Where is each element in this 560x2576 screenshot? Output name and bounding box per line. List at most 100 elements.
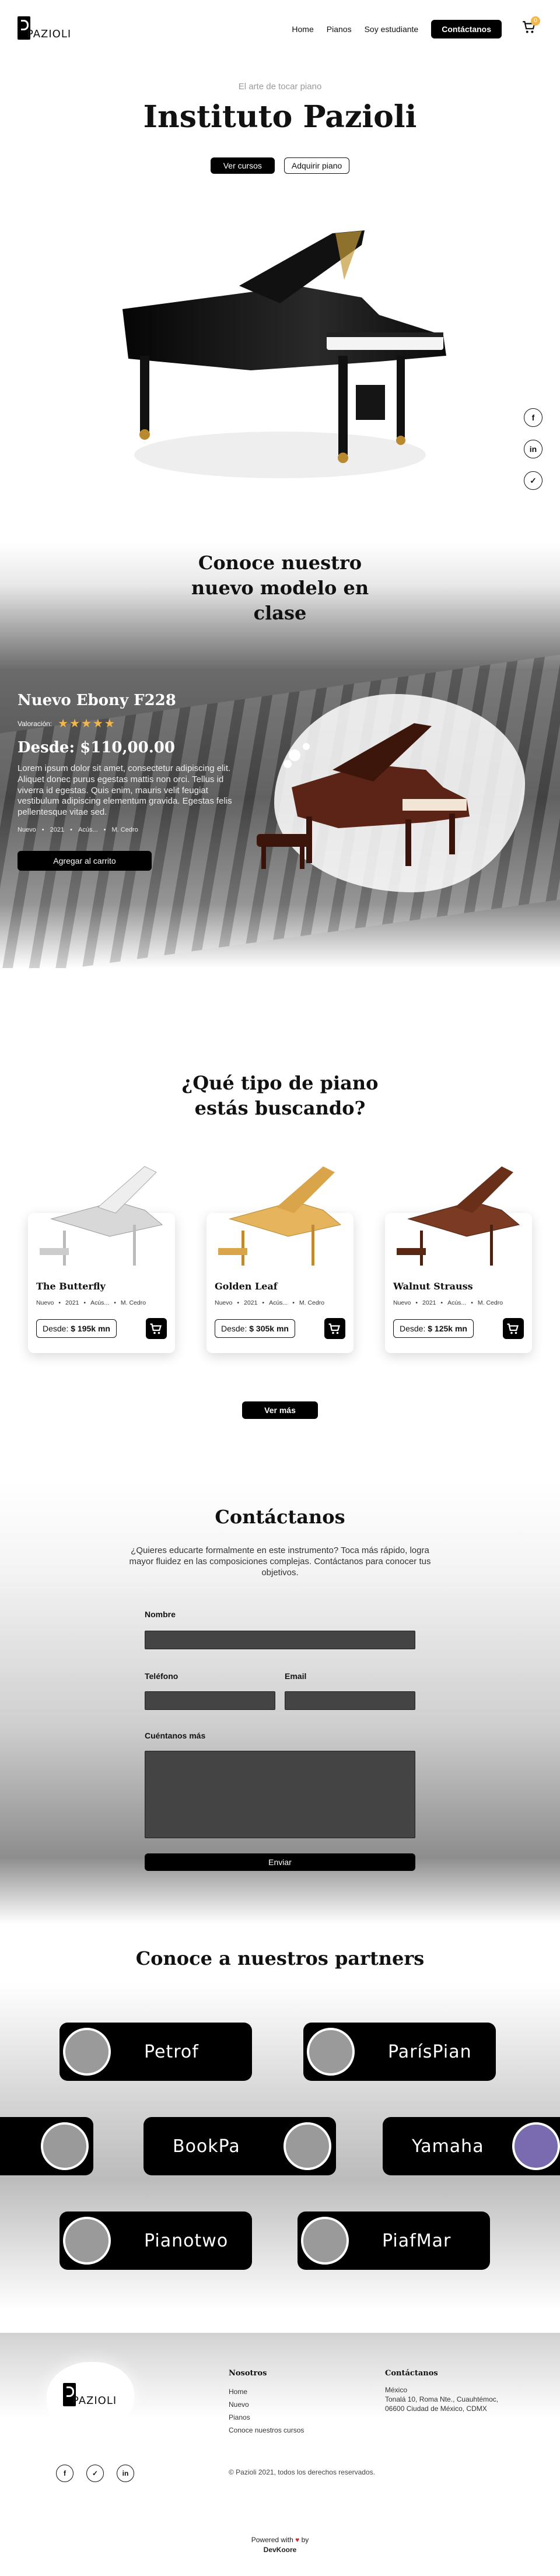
contact-title: Contáctanos [215, 1506, 345, 1528]
rating-label: Valoración: [18, 719, 52, 728]
partner-label: Petrof [144, 2041, 199, 2062]
bookpa-logo-icon [284, 2122, 331, 2170]
copyright: © Pazioli 2021, todos los derechos reser… [229, 2468, 375, 2476]
price-value: $ 305k mn [249, 1324, 289, 1333]
view-more-button[interactable]: Ver más [242, 1401, 318, 1419]
catalog-title: ¿Qué tipo de piano estás buscando? [181, 1072, 379, 1120]
email-field[interactable] [285, 1691, 415, 1710]
partner-label: BookPa [173, 2136, 240, 2157]
meta-wood: M. Cedro [120, 1299, 146, 1306]
cart-button[interactable]: 0 [522, 16, 540, 35]
view-courses-button[interactable]: Ver cursos [210, 157, 275, 174]
meta-year: 2021 [50, 826, 65, 833]
card-cart-button[interactable] [324, 1318, 345, 1339]
email-label: Email [285, 1671, 307, 1681]
meta-year: 2021 [65, 1299, 79, 1306]
footer-link-new[interactable]: Nuevo [229, 2398, 304, 2411]
brand-logo[interactable]: PAZIOLI [18, 16, 72, 43]
price-prefix: Desde: [221, 1324, 247, 1333]
linkedin-icon[interactable]: in [117, 2465, 134, 2482]
hero-title: Instituto Pazioli [143, 99, 417, 135]
meta-type: Acús... [90, 1299, 110, 1306]
footer-link-courses[interactable]: Conoce nuestros cursos [229, 2424, 304, 2437]
twitter-icon[interactable]: ✓ [86, 2465, 104, 2482]
yamaha-logo-icon [512, 2122, 560, 2170]
featured-meta: Nuevo • 2021 • Acús... • M. Cedro [18, 826, 138, 833]
golden-piano-image [206, 1155, 358, 1266]
twitter-icon[interactable]: ✓ [524, 471, 542, 490]
add-to-cart-button[interactable]: Agregar al carrito [18, 850, 152, 871]
partner-yamaha[interactable]: Yamaha [383, 2117, 560, 2175]
featured-section: Conoce nuestro nuevo modelo en clase Nue… [0, 542, 560, 968]
card-cart-button[interactable] [146, 1318, 167, 1339]
nav-item-home[interactable]: Home [292, 24, 313, 34]
partner-label: ParísPian [388, 2041, 472, 2062]
nav-item-student[interactable]: Soy estudiante [365, 24, 419, 34]
phone-field[interactable] [145, 1691, 275, 1710]
partner-piafmar[interactable]: PiafMar [298, 2211, 490, 2270]
card-price: Desde: $ 125k mn [393, 1319, 474, 1338]
butterfly-piano-image [28, 1155, 180, 1266]
partner-label: Yamaha [412, 2136, 484, 2157]
cart-count-badge: 0 [531, 16, 540, 26]
footer-nosotros-title: Nosotros [229, 2369, 267, 2378]
featured-price: Desde: $110,00.00 [18, 739, 175, 756]
meta-condition: Nuevo [393, 1299, 411, 1306]
footer-logo[interactable]: PAZIOLI [47, 2362, 134, 2432]
card-price: Desde: $ 305k mn [215, 1319, 295, 1338]
featured-title: Conoce nuestro nuevo modelo en clase [191, 552, 369, 625]
footer-link-home[interactable]: Home [229, 2385, 304, 2398]
rating-row: Valoración: ★★★★★ [18, 716, 251, 731]
parispian-logo-icon [307, 2028, 355, 2076]
meta-type: Acús... [78, 826, 98, 833]
message-label: Cuéntanos más [145, 1731, 206, 1740]
partner-parispian[interactable]: ParísPian [303, 2023, 496, 2081]
footer-brand-logo: PAZIOLI [63, 2383, 116, 2410]
footer-social: f ✓ in [56, 2465, 134, 2482]
price-value: $ 125k mn [428, 1324, 467, 1333]
meta-wood: M. Cedro [111, 826, 138, 833]
partner-pianotwo[interactable]: Pianotwo [60, 2211, 252, 2270]
message-textarea[interactable] [145, 1751, 415, 1838]
meta-year: 2021 [244, 1299, 258, 1306]
name-field[interactable] [145, 1631, 415, 1649]
meta-type: Acús... [269, 1299, 288, 1306]
product-card[interactable]: The Butterfly Nuevo • 2021 • Acús... • M. Cedr… [28, 1166, 175, 1353]
meta-type: Acús... [447, 1299, 467, 1306]
footer-link-pianos[interactable]: Pianos [229, 2411, 304, 2424]
card-cart-button[interactable] [503, 1318, 524, 1339]
contact-lead: ¿Quieres educarte formalmente en este in… [129, 1545, 431, 1578]
company-name[interactable]: DevKoore [264, 2546, 297, 2554]
ebony-piano-image [257, 723, 470, 869]
social-links: f in ✓ [524, 408, 542, 490]
card-meta: Nuevo • 2021 • Acús... • M. Cedro [36, 1299, 146, 1306]
meta-condition: Nuevo [18, 826, 36, 833]
powered-suffix: by [301, 2536, 309, 2544]
product-card[interactable]: Golden Leaf Nuevo • 2021 • Acús... • M. Cedro … [206, 1166, 354, 1353]
heart-icon: ♥ [295, 2536, 300, 2544]
meta-year: 2021 [422, 1299, 436, 1306]
meta-wood: M. Cedro [477, 1299, 503, 1306]
facebook-icon[interactable]: f [524, 408, 542, 427]
nav-item-pianos[interactable]: Pianos [327, 24, 352, 34]
nav-contact-button[interactable]: Contáctanos [431, 20, 502, 38]
partner-icon-left[interactable] [0, 2117, 93, 2175]
facebook-icon[interactable]: f [56, 2465, 74, 2482]
buy-piano-button[interactable]: Adquirir piano [284, 157, 350, 174]
powered-text: Powered with [251, 2536, 293, 2544]
footer-links: Home Nuevo Pianos Conoce nuestros cursos [229, 2385, 304, 2437]
partner-bookpa[interactable]: BookPa [144, 2117, 336, 2175]
main-nav: Home Pianos Soy estudiante Contáctanos [292, 20, 502, 38]
cart-icon [150, 1323, 162, 1334]
footer-contact-title: Contáctanos [385, 2369, 438, 2378]
card-meta: Nuevo • 2021 • Acús... • M. Cedro [215, 1299, 325, 1306]
product-card[interactable]: Walnut Strauss Nuevo • 2021 • Acús... • M. Ced… [385, 1166, 532, 1353]
logo-text: PAZIOLI [27, 28, 72, 40]
partner-petrof[interactable]: Petrof [60, 2023, 252, 2081]
featured-product-name: Nuevo Ebony F228 [18, 692, 176, 709]
hero-tagline: El arte de tocar piano [238, 82, 322, 92]
card-title: Golden Leaf [215, 1281, 278, 1292]
send-button[interactable]: Enviar [145, 1853, 415, 1871]
linkedin-icon[interactable]: in [524, 440, 542, 458]
cart-icon [328, 1323, 341, 1334]
